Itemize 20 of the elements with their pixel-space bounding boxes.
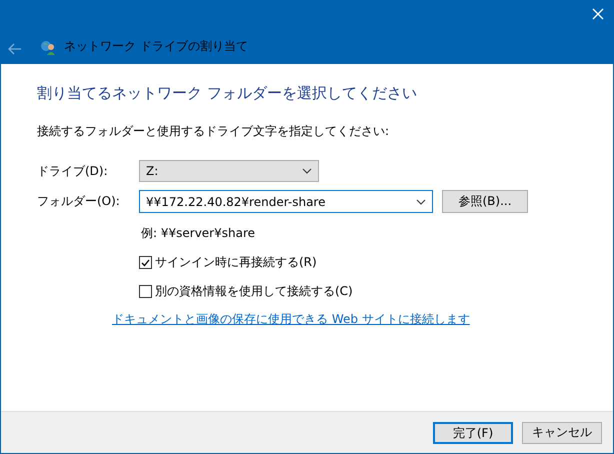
folder-label: フォルダー(O):	[37, 193, 121, 210]
checkbox-label[interactable]: サインイン時に再接続する(R)	[155, 254, 317, 271]
checkbox[interactable]	[139, 256, 152, 269]
example-text: 例: ¥¥server¥share	[141, 225, 256, 242]
instruction-text: 接続するフォルダーと使用するドライブ文字を指定してください:	[37, 123, 390, 140]
chevron-icon	[302, 168, 312, 174]
finish-button[interactable]: 完了(F)	[433, 422, 513, 444]
folder-field[interactable]: ¥¥172.22.40.82¥render-share	[139, 190, 433, 213]
window-title: ネットワーク ドライブの割り当て	[64, 38, 248, 55]
drive-dropdown[interactable]: Z:	[139, 160, 319, 182]
drive-label: ドライブ(D):	[37, 162, 109, 180]
website-link[interactable]: ドキュメントと画像の保存に使用できる Web サイトに接続します	[112, 311, 613, 328]
close-icon[interactable]	[592, 8, 604, 20]
cancel-button[interactable]: キャンセル	[522, 422, 602, 444]
dialog-heading: 割り当てるネットワーク フォルダーを選択してください	[37, 84, 418, 103]
checkbox-label[interactable]: 別の資格情報を使用して接続する(C)	[155, 283, 353, 300]
browse-button[interactable]: 参照(B)...	[442, 190, 528, 213]
checkbox[interactable]	[139, 285, 152, 298]
chevron-icon	[416, 198, 426, 204]
network-drive-icon	[40, 39, 56, 55]
